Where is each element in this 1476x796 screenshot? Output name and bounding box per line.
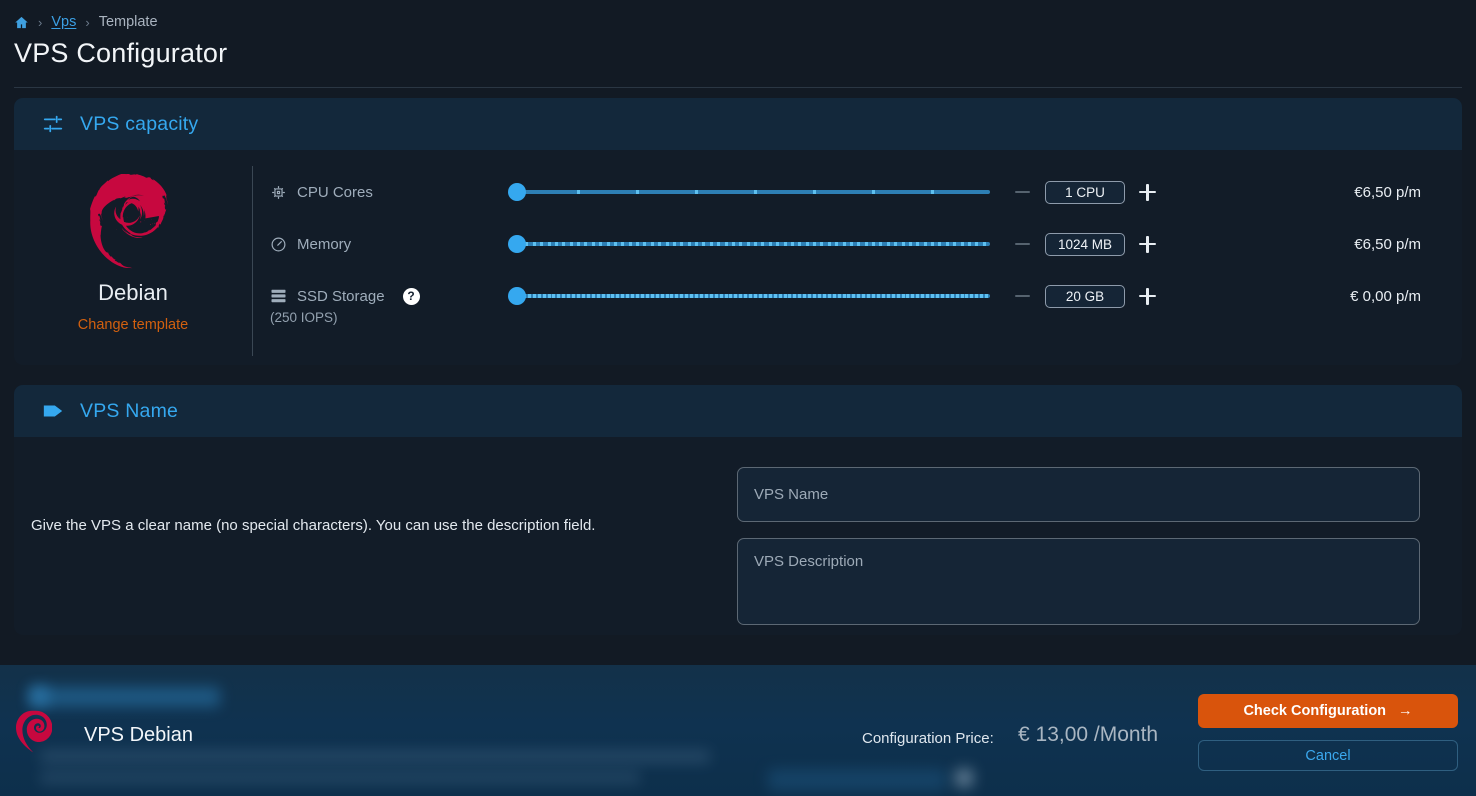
cpu-slider-wrap xyxy=(508,183,1013,201)
blurred-background-checkbox xyxy=(955,769,973,787)
memory-value[interactable]: 1024 MB xyxy=(1045,232,1125,256)
memory-decrease-button[interactable] xyxy=(1013,235,1032,254)
memory-slider-ticks xyxy=(518,242,990,246)
debian-swirl-logo xyxy=(16,710,52,753)
memory-label: Memory xyxy=(297,235,352,253)
ssd-label-group: SSD Storage ? (250 IOPS) xyxy=(270,287,508,325)
os-template-column: Debian Change template xyxy=(14,166,252,365)
vps-name-description: Give the VPS a clear name (no special ch… xyxy=(31,517,596,534)
ssd-slider-ticks xyxy=(518,294,990,298)
memory-slider-thumb[interactable] xyxy=(508,235,526,253)
vps-capacity-header: VPS capacity xyxy=(14,98,1462,150)
memory-price: €6,50 p/m xyxy=(1354,235,1421,253)
vps-description-input[interactable] xyxy=(737,538,1420,625)
memory-increase-button[interactable] xyxy=(1138,235,1157,254)
cpu-decrease-button[interactable] xyxy=(1013,183,1032,202)
os-name: Debian xyxy=(98,280,168,305)
cpu-chip-icon xyxy=(270,184,287,201)
ssd-decrease-button[interactable] xyxy=(1013,287,1032,306)
memory-slider-wrap xyxy=(508,235,1013,253)
storage-disks-icon xyxy=(270,289,287,303)
memory-label-group: Memory xyxy=(270,236,508,253)
check-configuration-button[interactable]: Check Configuration → xyxy=(1198,694,1458,728)
blurred-background-text-2 xyxy=(40,771,640,784)
vps-name-header: VPS Name xyxy=(14,385,1462,437)
memory-stepper: 1024 MB xyxy=(1013,232,1175,256)
cpu-label-group: CPU Cores xyxy=(270,184,508,201)
ssd-stepper: 20 GB xyxy=(1013,284,1175,308)
ssd-slider-thumb[interactable] xyxy=(508,287,526,305)
breadcrumb-link-vps[interactable]: Vps xyxy=(51,14,76,30)
change-template-link[interactable]: Change template xyxy=(78,317,188,333)
vps-name-title: VPS Name xyxy=(80,399,179,422)
vps-name-body: Give the VPS a clear name (no special ch… xyxy=(14,437,1462,625)
tune-sliders-icon xyxy=(42,113,64,135)
ssd-label: SSD Storage xyxy=(297,287,385,305)
ssd-increase-button[interactable] xyxy=(1138,287,1157,306)
vps-configurator-page: › Vps › Template VPS Configurator VPS ca… xyxy=(0,0,1476,796)
question-mark-icon[interactable]: ? xyxy=(402,287,420,305)
cpu-increase-button[interactable] xyxy=(1138,183,1157,202)
cpu-stepper: 1 CPU xyxy=(1013,180,1175,204)
resource-row-cpu: CPU Cores 1 CPU €6,50 p/m xyxy=(270,166,1462,218)
cpu-price: €6,50 p/m xyxy=(1354,183,1421,201)
home-icon[interactable] xyxy=(14,15,29,30)
ssd-slider[interactable] xyxy=(508,287,990,305)
vps-capacity-card: VPS capacity Debian Change template CPU … xyxy=(14,98,1462,365)
breadcrumb-separator-2: › xyxy=(85,14,90,30)
capacity-body: Debian Change template CPU Cores 1 CPU €… xyxy=(14,150,1462,365)
ssd-slider-wrap xyxy=(508,287,1013,305)
tag-label-icon xyxy=(42,403,64,419)
resource-rows: CPU Cores 1 CPU €6,50 p/m Memory 1024 MB… xyxy=(253,166,1462,365)
configuration-price-label: Configuration Price: xyxy=(862,730,994,747)
cpu-label: CPU Cores xyxy=(297,183,373,201)
configuration-price-value: € 13,00 /Month xyxy=(1018,723,1159,746)
breadcrumb-current: Template xyxy=(98,14,158,30)
title-divider xyxy=(14,87,1462,88)
vps-name-input[interactable] xyxy=(737,467,1420,522)
blurred-background-text-1 xyxy=(40,750,710,763)
blurred-background-title xyxy=(30,687,220,707)
resource-row-ssd: SSD Storage ? (250 IOPS) 20 GB € 0,00 p/… xyxy=(270,270,1462,325)
cpu-slider-ticks xyxy=(518,190,990,194)
memory-slider[interactable] xyxy=(508,235,990,253)
memory-gauge-icon xyxy=(270,236,287,253)
check-configuration-label: Check Configuration xyxy=(1243,703,1387,719)
debian-swirl-logo xyxy=(90,174,169,269)
resource-row-memory: Memory 1024 MB €6,50 p/m xyxy=(270,218,1462,270)
arrow-right-icon: → xyxy=(1398,703,1413,719)
vps-name-card: VPS Name Give the VPS a clear name (no s… xyxy=(14,385,1462,635)
page-title: VPS Configurator xyxy=(14,38,228,68)
breadcrumb-separator-1: › xyxy=(38,14,43,30)
vps-capacity-title: VPS capacity xyxy=(80,112,199,135)
summary-bottom-bar: VPS Debian Configuration Price: € 13,00 … xyxy=(0,665,1476,796)
cpu-slider-thumb[interactable] xyxy=(508,183,526,201)
ssd-iops-note: (250 IOPS) xyxy=(270,309,338,325)
ssd-value[interactable]: 20 GB xyxy=(1045,284,1125,308)
vps-name-fields xyxy=(737,467,1420,625)
cpu-value[interactable]: 1 CPU xyxy=(1045,180,1125,204)
ssd-price: € 0,00 p/m xyxy=(1350,287,1421,305)
cancel-button[interactable]: Cancel xyxy=(1198,740,1458,771)
summary-vps-name: VPS Debian xyxy=(84,724,193,746)
cpu-slider[interactable] xyxy=(508,183,990,201)
breadcrumb: › Vps › Template xyxy=(0,0,1476,32)
blurred-background-button xyxy=(768,769,946,791)
